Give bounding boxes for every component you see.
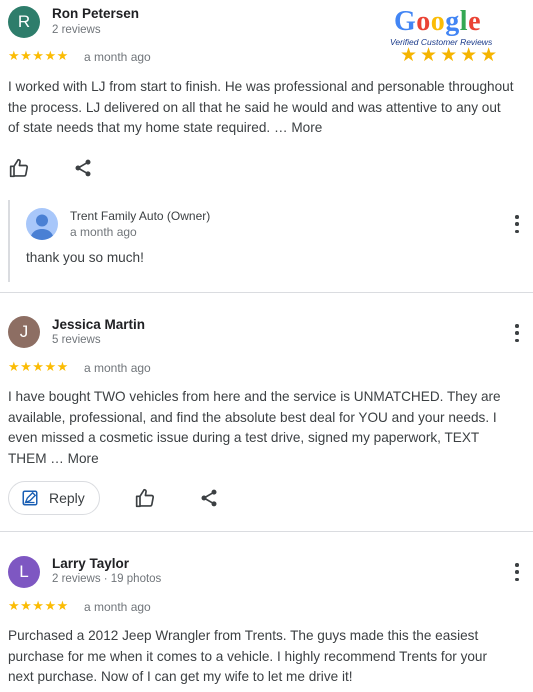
google-logo-letter: o xyxy=(430,6,446,37)
review-text: Purchased a 2012 Jeep Wrangler from Tren… xyxy=(8,626,530,688)
person-icon xyxy=(30,214,54,240)
review-text-line: THEM … xyxy=(8,450,64,466)
like-button[interactable] xyxy=(9,158,29,178)
review-text-line: available, professional, and find the ab… xyxy=(8,409,497,425)
share-icon xyxy=(201,489,217,507)
review-time: a month ago xyxy=(84,600,151,614)
review-text-line: the process. LJ delivered on all that he… xyxy=(8,99,501,115)
thumb-up-icon xyxy=(135,488,155,508)
google-logo-letter: e xyxy=(468,6,481,37)
share-button[interactable] xyxy=(199,488,219,508)
divider xyxy=(0,292,533,293)
review-text: I worked with LJ from start to finish. H… xyxy=(8,77,530,139)
review-text-line: purchase for me when it comes to a vehic… xyxy=(8,648,488,664)
review-text-line: Purchased a 2012 Jeep Wrangler from Tren… xyxy=(8,628,479,643)
reviewer-meta: 5 reviews xyxy=(52,334,101,346)
owner-reply-time: a month ago xyxy=(70,225,137,239)
rating-stars: ★★★★★ xyxy=(8,598,69,613)
google-logo-letter: o xyxy=(416,6,431,37)
owner-name: Trent Family Auto (Owner) xyxy=(70,209,211,223)
review-text: I have bought TWO vehicles from here and… xyxy=(8,387,530,469)
review-text-line: next purchase. Now of I can get my wife … xyxy=(8,669,353,684)
badge-stars: ★★★★★ xyxy=(400,45,501,66)
avatar[interactable]: L xyxy=(8,556,40,588)
review-text-line: I have bought TWO vehicles from here and… xyxy=(8,389,501,404)
rating-stars: ★★★★★ xyxy=(8,48,69,63)
google-logo-letter: g xyxy=(445,6,460,37)
avatar[interactable]: R xyxy=(8,6,40,38)
avatar[interactable]: J xyxy=(8,316,40,348)
reply-button[interactable]: Reply xyxy=(8,481,100,515)
google-logo-letter: l xyxy=(459,6,469,37)
reviewer-meta: 2 reviews xyxy=(52,24,101,36)
google-logo-letter: G xyxy=(394,6,417,37)
more-options-button[interactable] xyxy=(514,563,520,581)
owner-reply-text: thank you so much! xyxy=(26,250,144,265)
share-button[interactable] xyxy=(73,158,93,178)
like-button[interactable] xyxy=(135,488,155,508)
more-link[interactable]: More xyxy=(291,120,322,135)
review-text-line: even missed a cosmetic issue during a te… xyxy=(8,430,480,445)
more-link[interactable]: More xyxy=(68,451,99,466)
reviewer-name[interactable]: Jessica Martin xyxy=(52,317,145,332)
more-options-button[interactable] xyxy=(514,324,520,342)
owner-reply-bar xyxy=(8,200,10,282)
review-time: a month ago xyxy=(84,50,151,64)
reviewer-name[interactable]: Larry Taylor xyxy=(52,556,129,571)
review-time: a month ago xyxy=(84,361,151,375)
thumb-up-icon xyxy=(9,158,29,178)
reviewer-name[interactable]: Ron Petersen xyxy=(52,6,139,21)
google-logo: Google xyxy=(394,6,481,38)
reviewer-meta: 2 reviews · 19 photos xyxy=(52,573,162,585)
review-text-line: of state needs that my home state requir… xyxy=(8,120,288,135)
review-text-line: I worked with LJ from start to finish. H… xyxy=(8,79,514,94)
share-icon xyxy=(75,159,91,177)
reply-label: Reply xyxy=(49,490,85,506)
divider xyxy=(0,531,533,532)
google-verified-badge: Google Verified Customer Reviews ★★★★★ xyxy=(388,6,520,66)
owner-avatar[interactable] xyxy=(26,208,58,240)
rating-stars: ★★★★★ xyxy=(8,359,69,374)
reply-edit-icon xyxy=(22,490,38,506)
more-options-button[interactable] xyxy=(514,215,520,233)
